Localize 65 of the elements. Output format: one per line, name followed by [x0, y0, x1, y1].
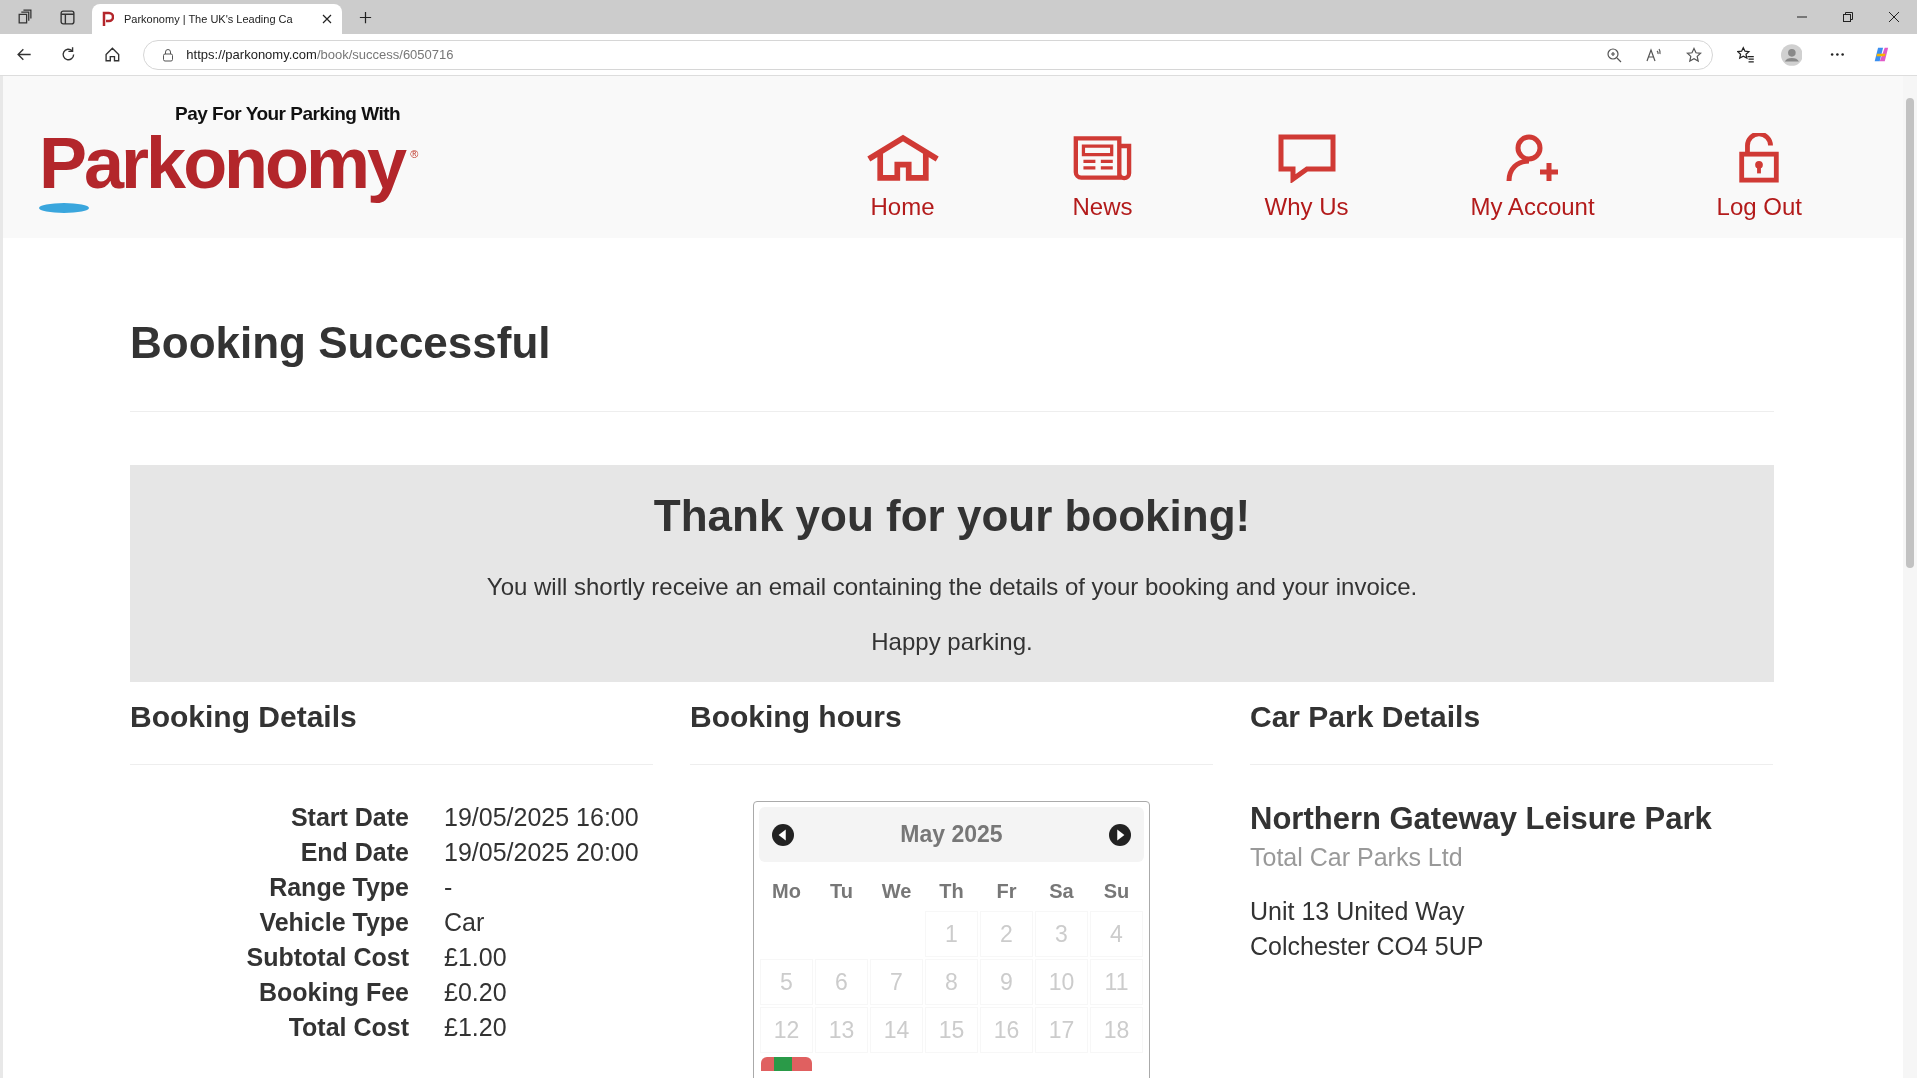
pin-logo-icon: [102, 11, 114, 27]
alert-message: You will shortly receive an email containing the details of your booking and your invoice.: [485, 573, 1419, 601]
detail-label: Total Cost: [287, 1013, 409, 1042]
star-icon[interactable]: [1685, 46, 1702, 63]
detail-label: Subtotal Cost: [245, 943, 409, 972]
detail-label: End Date: [299, 838, 409, 867]
nav-link[interactable]: News: [1064, 133, 1141, 221]
refresh-icon[interactable]: [59, 46, 77, 63]
profile-avatar-icon[interactable]: [1780, 43, 1803, 66]
alert-closing: Happy parking.: [870, 628, 1034, 656]
address-line: Colchester CO4 5UP: [1250, 931, 1485, 962]
registered-mark: ®: [410, 148, 419, 161]
tab-title: Parkonomy | The UK's Leading Ca: [124, 13, 294, 25]
detail-value: £0.20: [444, 978, 508, 1007]
tab-actions-icon[interactable]: [59, 8, 76, 26]
url-text: https://parkonomy.com/book/success/6050716: [186, 47, 454, 62]
close-icon[interactable]: [322, 14, 332, 24]
section-heading: Car Park Details: [1250, 700, 1482, 734]
detail-label: Vehicle Type: [258, 908, 409, 937]
logo-wordmark: Parkonomy: [39, 126, 407, 202]
car-park-name: Northern Gateway Leisure Park: [1250, 801, 1713, 837]
previous-month-icon[interactable]: [772, 823, 794, 846]
detail-value: £1.20: [444, 1013, 508, 1042]
detail-value: -: [444, 873, 454, 902]
detail-value: Car: [444, 908, 486, 937]
home-icon[interactable]: [103, 46, 121, 63]
restore-icon[interactable]: [1842, 11, 1854, 23]
browser-tab[interactable]: Parkonomy | The UK's Leading Ca: [92, 4, 342, 34]
alert-heading: Thank you for your booking!: [652, 491, 1252, 541]
weekday-label: Th: [938, 878, 965, 904]
parkonomy-logo[interactable]: Pay For Your Parking With Parkonomy®: [37, 99, 425, 215]
section-heading: Booking hours: [690, 700, 903, 734]
month-title: May 2025: [900, 821, 1003, 848]
weekday-label: Tu: [829, 878, 854, 904]
lock-icon: [162, 47, 175, 62]
nav-link[interactable]: Why Us: [1264, 133, 1349, 221]
logo-tagline: Pay For Your Parking With: [175, 103, 401, 127]
detail-label: Booking Fee: [258, 978, 409, 1007]
read-aloud-icon[interactable]: [1645, 46, 1662, 63]
back-icon[interactable]: [16, 46, 33, 63]
detail-value: 19/05/2025 20:00: [444, 838, 640, 867]
weekday-label: Su: [1102, 878, 1131, 904]
address-line: Unit 13 United Way: [1250, 896, 1466, 927]
weekday-label: Mo: [771, 878, 802, 904]
pin-shadow-icon: [39, 202, 89, 213]
new-tab-icon[interactable]: [358, 9, 373, 25]
nav-link[interactable]: Log Out: [1716, 133, 1802, 221]
zoom-icon[interactable]: [1605, 46, 1622, 63]
page-title: Booking Successful: [130, 318, 552, 368]
next-month-icon[interactable]: [1109, 823, 1131, 846]
workspaces-icon[interactable]: [16, 8, 33, 26]
operator-name: Total Car Parks Ltd: [1250, 843, 1464, 872]
section-heading: Booking Details: [130, 700, 358, 734]
house-icon: [864, 133, 941, 183]
nav-link[interactable]: Home: [864, 133, 941, 221]
weekday-label: Sa: [1048, 878, 1075, 904]
favorites-icon[interactable]: [1736, 46, 1754, 63]
detail-value: 19/05/2025 16:00: [444, 803, 640, 832]
detail-label: Start Date: [289, 803, 409, 832]
weekday-label: We: [880, 878, 913, 904]
detail-label: Range Type: [268, 873, 409, 902]
detail-value: £1.00: [444, 943, 508, 972]
weekday-label: Fr: [995, 878, 1018, 904]
nav-link[interactable]: My Account: [1470, 133, 1595, 221]
close-icon[interactable]: [1888, 11, 1900, 23]
